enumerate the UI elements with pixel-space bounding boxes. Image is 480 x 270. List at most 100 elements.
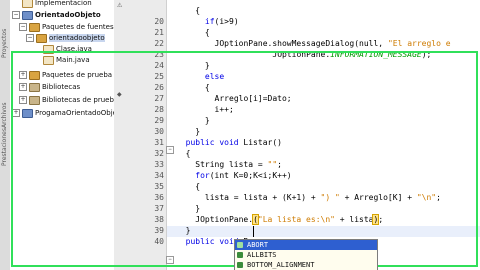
error-mark-icon: ⚠ xyxy=(117,3,123,9)
library-icon xyxy=(29,95,40,105)
tree-node[interactable]: − orientadoobjeto xyxy=(26,33,105,44)
completion-item[interactable]: ALLBITS xyxy=(235,250,377,260)
tree-node[interactable]: + Paquetes de prueba xyxy=(19,70,112,81)
code-token: ; xyxy=(378,215,384,224)
expand-icon[interactable]: + xyxy=(12,109,20,117)
fold-toggle-icon[interactable]: − xyxy=(166,146,174,154)
line-number: 32 xyxy=(154,149,164,158)
line-number: 24 xyxy=(154,61,164,70)
code-token: "" xyxy=(267,160,278,169)
tree-node-label: Clase.java xyxy=(56,45,92,53)
tree-node[interactable]: − Paquetes de fuentes xyxy=(19,22,114,33)
code-token: "\n" xyxy=(416,193,437,202)
tab-files[interactable]: Archivos xyxy=(1,102,8,128)
code-line: lista = lista + (K+1) + ") " + Arreglo[K… xyxy=(205,192,441,203)
line-number: 30 xyxy=(154,127,164,136)
code-token: } xyxy=(204,116,210,125)
code-token: String lista = xyxy=(195,160,268,169)
completion-item-label: BOTTOM_ALIGNMENT xyxy=(247,261,315,269)
field-icon xyxy=(237,242,243,248)
expand-icon[interactable]: + xyxy=(19,83,27,91)
code-token: lista = lista + (K+1) + xyxy=(204,193,321,202)
tree-node-label: Bibliotecas de pruebas xyxy=(42,96,115,104)
code-line: { xyxy=(205,82,210,93)
field-icon xyxy=(237,262,243,268)
project-icon xyxy=(22,108,33,118)
tree-node[interactable]: Clase.java xyxy=(33,44,92,55)
code-token: if xyxy=(204,17,215,26)
code-line: if(i>9) xyxy=(205,16,239,27)
package-icon xyxy=(36,33,47,43)
tree-node[interactable]: + Bibliotecas xyxy=(19,82,80,93)
code-token: } xyxy=(204,61,210,70)
code-token: } xyxy=(195,204,201,213)
tree-node-label: ProgamaOrientadoObjeto xyxy=(35,109,114,117)
collapse-icon[interactable]: − xyxy=(26,34,34,42)
tree-node[interactable]: − OrientadoObjeto xyxy=(12,10,101,21)
code-token: ; xyxy=(277,160,282,169)
project-icon xyxy=(22,10,33,20)
library-icon xyxy=(29,82,40,92)
code-token: { xyxy=(204,28,210,37)
line-number: 22 xyxy=(154,39,164,48)
expand-icon[interactable]: + xyxy=(19,71,27,79)
code-line: { xyxy=(195,5,200,16)
line-number: 36 xyxy=(154,193,164,202)
line-number: 39 xyxy=(154,226,164,235)
tab-services[interactable]: Prestaciones xyxy=(1,128,8,166)
code-line: String lista = ""; xyxy=(195,159,282,170)
java-file-icon xyxy=(22,0,33,8)
line-number: 31 xyxy=(154,138,164,147)
code-completion-popup[interactable]: ABORT ALLBITS BOTTOM_ALIGNMENT xyxy=(234,239,378,270)
line-number: 20 xyxy=(154,17,164,26)
code-token: { xyxy=(204,83,210,92)
fold-toggle-icon[interactable]: − xyxy=(166,256,174,264)
code-line: Arreglo[i]=Dato; xyxy=(215,93,292,104)
text-caret xyxy=(253,226,254,237)
code-token: JOptionPane.showMessageDialog(null, xyxy=(214,39,388,48)
collapse-icon[interactable]: − xyxy=(12,11,20,19)
completion-item[interactable]: BOTTOM_ALIGNMENT xyxy=(235,260,377,270)
code-line: i++; xyxy=(215,104,234,115)
tree-node-label: Bibliotecas xyxy=(42,83,81,91)
code-line: } xyxy=(205,60,210,71)
code-token: (i>9) xyxy=(214,17,239,26)
tree-node-label: Paquetes de fuentes xyxy=(42,23,114,31)
tree-node[interactable]: Implementacion xyxy=(12,0,92,9)
code-line: for(int K=0;K<i;K++) xyxy=(195,170,291,181)
completion-item-label: ALLBITS xyxy=(247,251,277,259)
line-number: 40 xyxy=(154,237,164,246)
code-token: } xyxy=(195,127,201,136)
code-token: JOptionPane. xyxy=(272,50,331,59)
code-line: { xyxy=(186,148,191,159)
line-number: 25 xyxy=(154,72,164,81)
code-token: ") " xyxy=(320,193,340,202)
line-number: 35 xyxy=(154,182,164,191)
code-line: JOptionPane.INFORMATION_MESSAGE); xyxy=(272,49,431,60)
code-line: } xyxy=(195,126,200,137)
code-token: } xyxy=(185,226,191,235)
expand-icon[interactable]: + xyxy=(19,96,27,104)
line-number: 33 xyxy=(154,160,164,169)
code-token: + lista xyxy=(334,215,374,224)
code-token: ); xyxy=(421,50,432,59)
line-number: 27 xyxy=(154,94,164,103)
tree-node[interactable]: + Bibliotecas de pruebas xyxy=(19,95,115,106)
collapse-icon[interactable]: − xyxy=(19,23,27,31)
tree-node-label: Main.java xyxy=(56,56,90,64)
line-number: 38 xyxy=(154,215,164,224)
line-number: 26 xyxy=(154,83,164,92)
tree-node[interactable]: Main.java xyxy=(33,55,90,66)
code-line: public void Listar() xyxy=(186,137,282,148)
code-token: i++; xyxy=(214,105,234,114)
code-token: "El arreglo e xyxy=(387,39,451,48)
field-icon xyxy=(237,252,243,258)
line-number: 34 xyxy=(154,171,164,180)
code-line: JOptionPane.showMessageDialog(null, "El … xyxy=(215,38,451,49)
code-token: Arreglo[i]=Dato; xyxy=(214,94,292,103)
tree-node-label: OrientadoObjeto xyxy=(35,11,101,19)
tab-projects[interactable]: Proyectos xyxy=(1,29,8,58)
tree-node[interactable]: + ProgamaOrientadoObjeto xyxy=(12,108,114,119)
completion-item[interactable]: ABORT xyxy=(235,240,377,250)
code-token: Listar() xyxy=(243,138,282,147)
